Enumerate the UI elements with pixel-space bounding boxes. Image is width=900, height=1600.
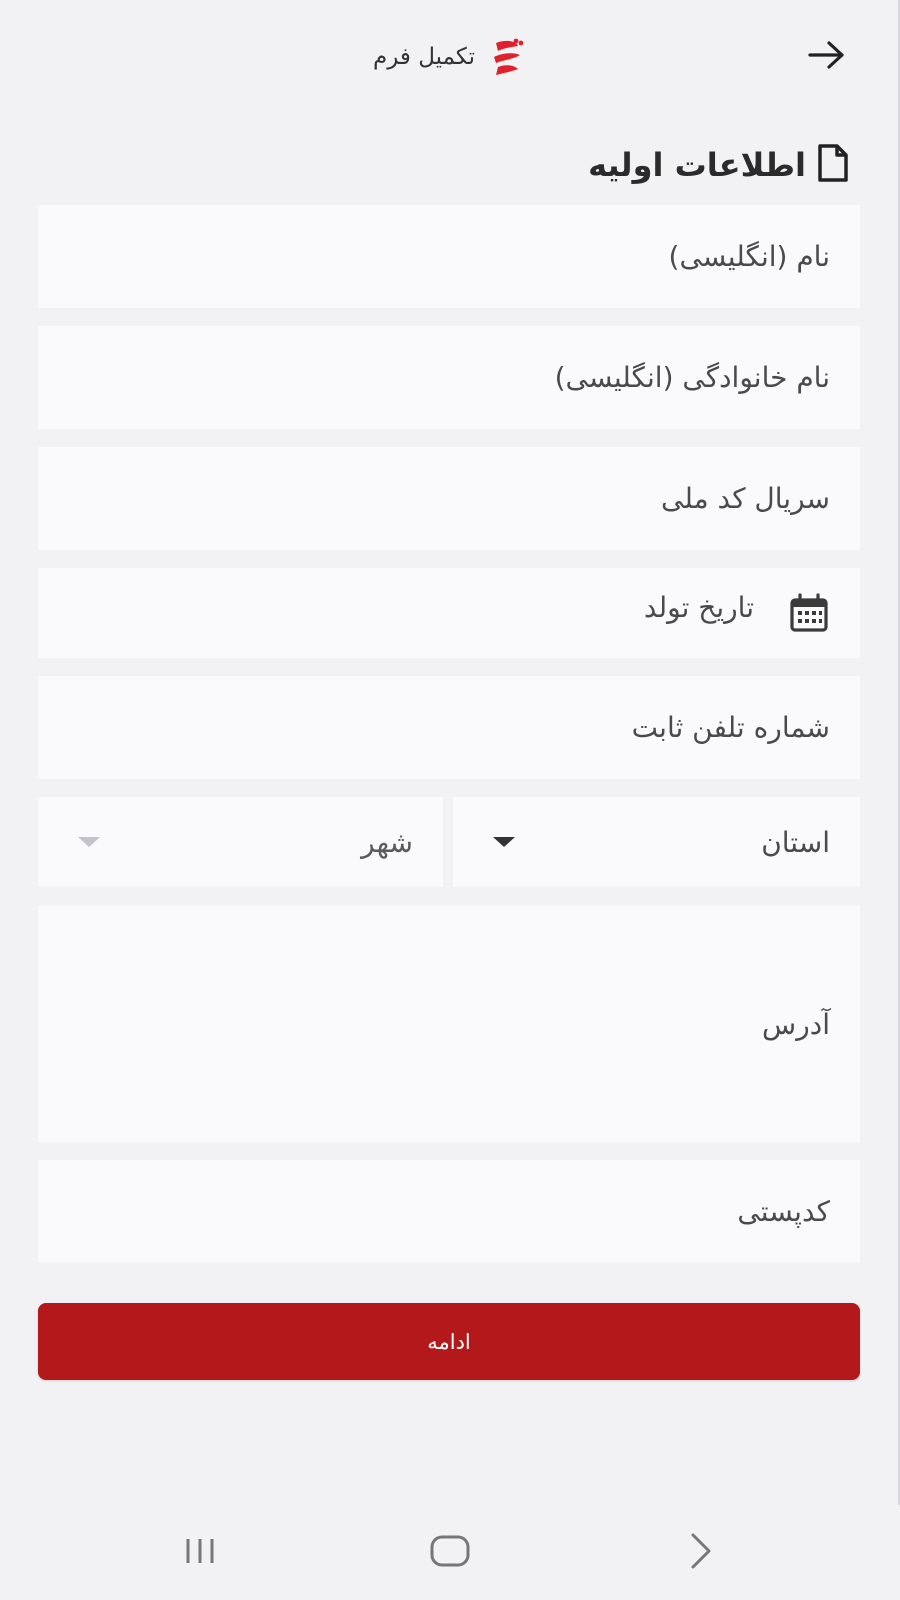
brand: تکمیل فرم [0,32,900,82]
national-card-serial-label: سریال کد ملی [660,482,830,515]
page-title: تکمیل فرم [373,44,475,70]
province-label: استان [761,825,830,859]
document-icon [816,143,850,187]
section-heading: اطلاعات اولیه [588,140,850,190]
recents-button[interactable] [170,1523,230,1583]
form-screen: تکمیل فرم اطلاعات اولیه نام (انگلیسی) نا… [0,0,900,1600]
landline-field[interactable]: شماره تلفن ثابت [38,676,860,779]
birth-date-label: تاریخ تولد [643,590,754,624]
last-name-en-field[interactable]: نام خانوادگی (انگلیسی) [38,326,860,429]
recents-icon [180,1535,220,1571]
system-nav-bar [0,1505,900,1600]
top-bar: تکمیل فرم [0,0,900,110]
address-field[interactable]: آدرس [38,905,860,1143]
last-name-en-label: نام خانوادگی (انگلیسی) [554,361,830,394]
birth-date-field[interactable]: تاریخ تولد [38,568,860,658]
continue-button-label: ادامه [427,1329,471,1354]
first-name-en-label: نام (انگلیسی) [668,240,830,273]
chevron-down-icon [78,837,100,847]
first-name-en-field[interactable]: نام (انگلیسی) [38,205,860,308]
address-label: آدرس [762,1007,830,1041]
home-button[interactable] [420,1523,480,1583]
system-back-button[interactable] [670,1523,730,1583]
home-icon [428,1533,472,1573]
back-button[interactable] [802,32,852,82]
chevron-back-icon [685,1531,715,1575]
city-select[interactable]: شهر [38,797,443,887]
postal-code-label: کدپستی [737,1195,830,1228]
postal-code-field[interactable]: کدپستی [38,1160,860,1263]
arrow-right-icon [807,39,847,75]
city-label: شهر [361,825,413,859]
national-card-serial-field[interactable]: سریال کد ملی [38,447,860,550]
brand-logo-icon [485,36,527,78]
calendar-icon [788,592,830,634]
landline-label: شماره تلفن ثابت [631,711,830,744]
chevron-down-icon [493,837,515,847]
continue-button[interactable]: ادامه [38,1303,860,1380]
section-title: اطلاعات اولیه [588,146,806,184]
province-select[interactable]: استان [453,797,860,887]
